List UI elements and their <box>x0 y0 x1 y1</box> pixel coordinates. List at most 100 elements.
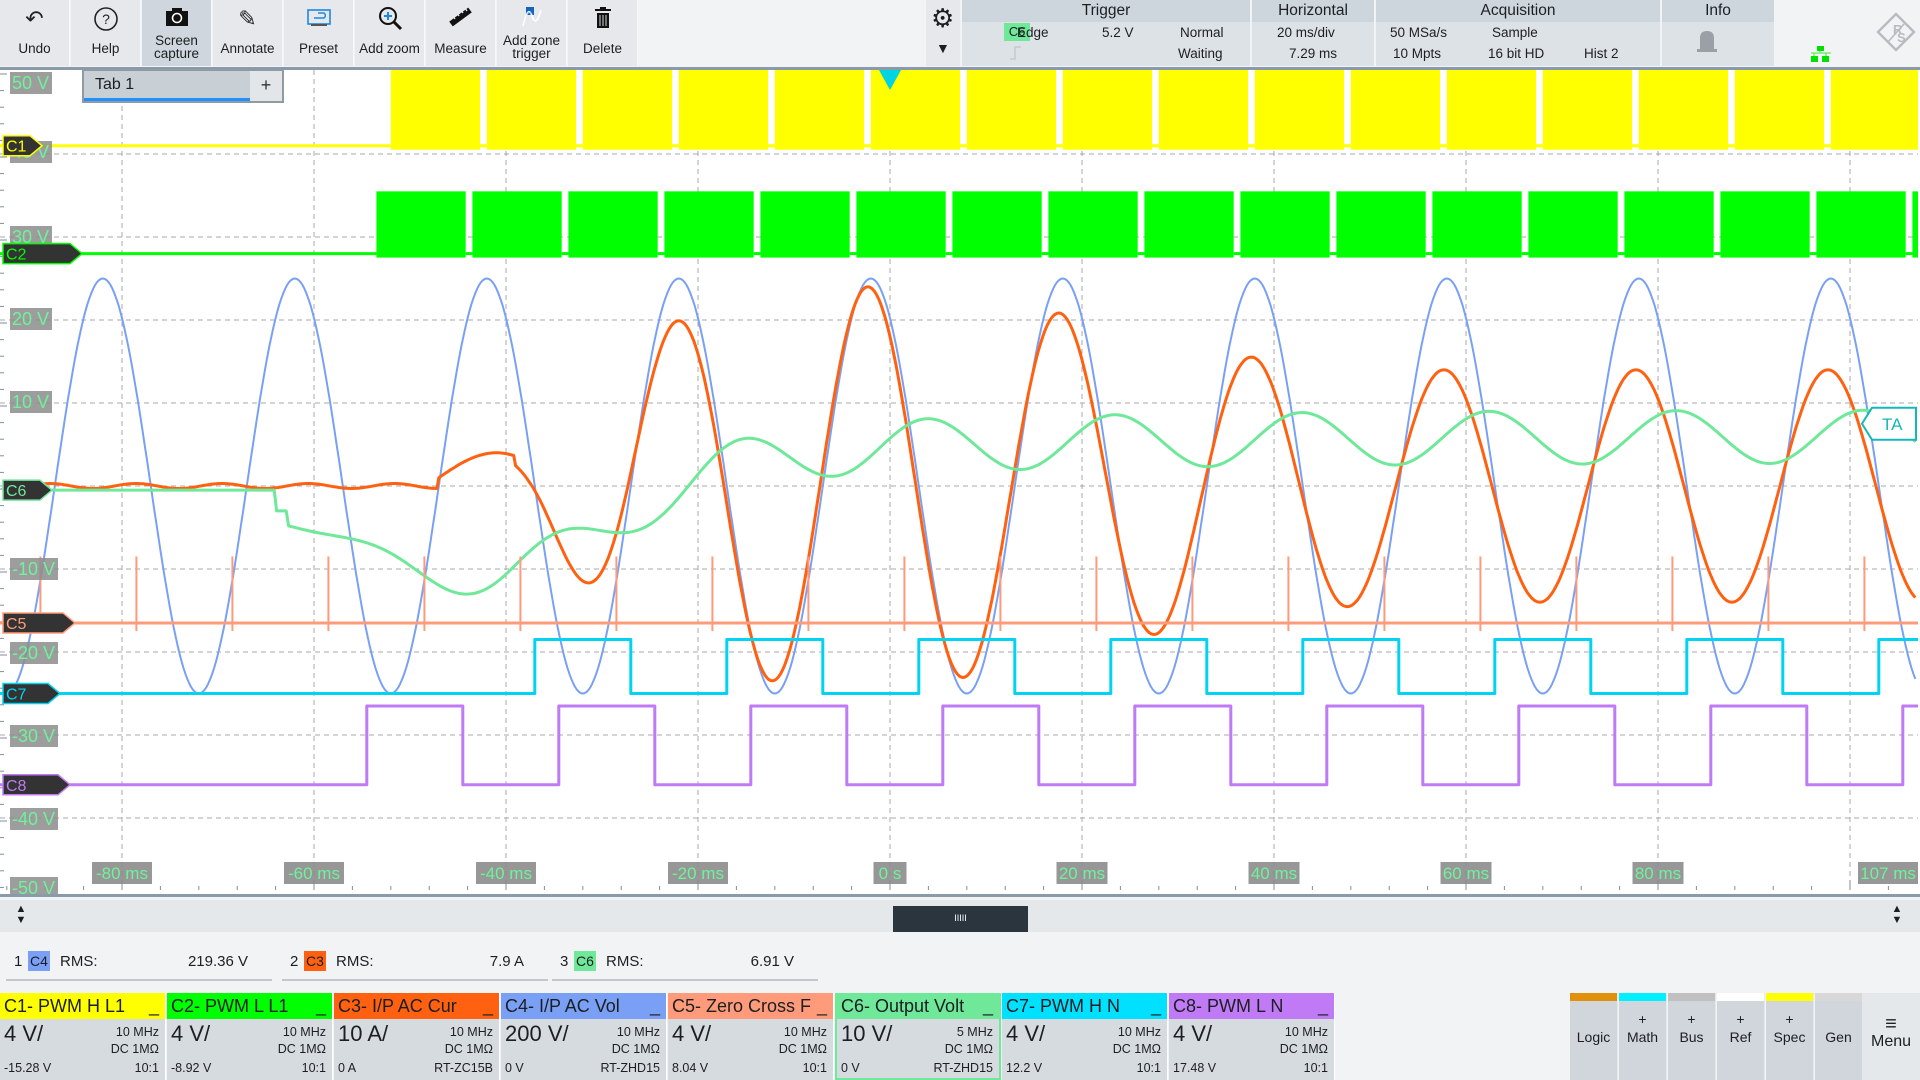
minimize-channel-button[interactable]: _ <box>483 993 493 1019</box>
vertical-scale[interactable]: 10 A/ <box>338 1021 388 1047</box>
bandwidth: 10 MHz <box>783 1025 827 1039</box>
plus-icon: + <box>1736 1011 1745 1027</box>
vertical-scale[interactable]: 200 V/ <box>505 1021 569 1047</box>
channel-name: C6- Output Volt <box>841 996 965 1016</box>
left-scroll-arrows[interactable]: ▲ ▼ <box>14 904 28 926</box>
waveform-c2-burst <box>952 191 1042 258</box>
button-label: Ref <box>1729 1029 1752 1045</box>
channel-box-c6[interactable]: C6- Output Volt _ 10 V/5 MHz DC 1MΩ 0 V RT-ZH… <box>835 993 1001 1080</box>
waveform-c2-burst <box>472 191 562 258</box>
channel-marker-c6[interactable]: C6 <box>2 479 54 501</box>
acquisition-panel[interactable]: Acquisition 50 MSa/s Sample 10 Mpts 16 b… <box>1376 0 1662 66</box>
add-zoom-button[interactable]: Add zoom <box>355 0 425 66</box>
measurement-channel-badge: C6 <box>574 951 596 971</box>
measurement-index: 2 <box>290 953 299 970</box>
bus-button[interactable]: + Bus <box>1668 993 1716 1080</box>
channel-label[interactable]: C7- PWM H N _ <box>1002 993 1167 1019</box>
waveform-c1-burst <box>1350 70 1441 150</box>
preset-button[interactable]: Preset <box>284 0 354 66</box>
help-button[interactable]: ? Help <box>71 0 141 66</box>
measurement-row[interactable]: 3 C6 RMS: 6.91 V <box>552 951 818 981</box>
down-arrow-icon[interactable]: ▼ <box>1892 914 1903 926</box>
add-zone-trigger-button[interactable]: Add zone trigger <box>497 0 567 66</box>
minimize-channel-button[interactable]: _ <box>983 993 993 1019</box>
minimize-channel-button[interactable]: _ <box>817 993 827 1019</box>
channel-box-c4[interactable]: C4- I/P AC Vol _ 200 V/10 MHz DC 1MΩ 0 V RT-Z… <box>501 993 667 1080</box>
x-tick-text: 80 ms <box>1635 864 1681 883</box>
channel-name: C8- PWM L N <box>1173 996 1284 1016</box>
minimize-channel-button[interactable]: _ <box>1151 993 1161 1019</box>
measurement-row[interactable]: 2 C3 RMS: 7.9 A <box>282 951 548 981</box>
menu-button[interactable]: ≡ Menu <box>1862 993 1920 1080</box>
trigger-panel[interactable]: Trigger C6 Edge 5.2 V Normal Waiting <box>962 0 1252 66</box>
scroll-thumb[interactable]: IIIII <box>893 906 1028 932</box>
waveform-c2-burst <box>856 191 946 258</box>
channel-label[interactable]: C5- Zero Cross F _ <box>668 993 833 1019</box>
channel-label[interactable]: C4- I/P AC Vol _ <box>501 993 666 1019</box>
annotate-button[interactable]: ✎ Annotate <box>213 0 283 66</box>
channel-box-c7[interactable]: C7- PWM H N _ 4 V/10 MHz DC 1MΩ 12.2 V 10:1 <box>1002 993 1168 1080</box>
info-panel[interactable]: Info <box>1662 0 1776 66</box>
add-tab-button[interactable]: + <box>250 71 282 101</box>
settings-menu[interactable]: ⚙ ▼ <box>926 0 960 66</box>
channel-marker-c5[interactable]: C5 <box>2 612 77 634</box>
minimize-channel-button[interactable]: _ <box>650 993 660 1019</box>
vertical-scale[interactable]: 4 V/ <box>1173 1021 1212 1047</box>
channel-marker-label: C8 <box>6 778 27 795</box>
trigger-level: 5.2 V <box>1102 25 1134 40</box>
waveform-c2-burst <box>1912 191 1918 258</box>
x-tick-text: 20 ms <box>1059 864 1105 883</box>
vertical-scale[interactable]: 4 V/ <box>4 1021 43 1047</box>
channel-box-c1[interactable]: C1- PWM H L1 _ 4 V/10 MHz DC 1MΩ -15.28 V 10:… <box>0 993 166 1080</box>
minimize-channel-button[interactable]: _ <box>316 993 326 1019</box>
right-scroll-arrows[interactable]: ▲ ▼ <box>1890 904 1904 926</box>
camera-icon <box>142 0 211 34</box>
dropdown-arrow-icon[interactable]: ▼ <box>936 40 950 56</box>
vertical-scale[interactable]: 10 V/ <box>841 1021 892 1047</box>
x-tick-label: 0 s <box>873 862 907 884</box>
horizontal-scrollbar[interactable]: ▲ ▼ IIIII ▲ ▼ <box>0 900 1920 932</box>
menu-icon: ≡ <box>1885 1013 1897 1035</box>
measure-button[interactable]: Measure <box>426 0 496 66</box>
minimize-channel-button[interactable]: _ <box>1318 993 1328 1019</box>
channel-box-c8[interactable]: C8- PWM L N _ 4 V/10 MHz DC 1MΩ 17.48 V 10:1 <box>1169 993 1335 1080</box>
screen-capture-button[interactable]: Screen capture <box>142 0 212 66</box>
channel-label[interactable]: C2- PWM L L1 _ <box>167 993 332 1019</box>
channel-marker-c7[interactable]: C7 <box>2 682 62 705</box>
down-arrow-icon[interactable]: ▼ <box>16 914 27 926</box>
sample-rate: 50 MSa/s <box>1390 25 1448 40</box>
channel-label[interactable]: C8- PWM L N _ <box>1169 993 1334 1019</box>
waveform-c1-burst <box>678 70 769 150</box>
channel-box-c2[interactable]: C2- PWM L L1 _ 4 V/10 MHz DC 1MΩ -8.92 V 10:1 <box>167 993 333 1080</box>
minimize-channel-button[interactable]: _ <box>149 993 159 1019</box>
channel-box-c3[interactable]: C3- I/P AC Cur _ 10 A/10 MHz DC 1MΩ 0 A RT-ZC… <box>334 993 500 1080</box>
channel-label[interactable]: C3- I/P AC Cur _ <box>334 993 499 1019</box>
channel-label[interactable]: C1- PWM H L1 _ <box>0 993 165 1019</box>
ref-button[interactable]: + Ref <box>1717 993 1765 1080</box>
gen-button[interactable]: Gen <box>1815 993 1863 1080</box>
horizontal-panel[interactable]: Horizontal 20 ms/div 7.29 ms <box>1252 0 1376 66</box>
measurement-row[interactable]: 1 C4 RMS: 219.36 V <box>6 951 272 981</box>
undo-button[interactable]: ↶ Undo <box>0 0 70 66</box>
coupling: DC 1MΩ <box>110 1042 159 1056</box>
spec-button[interactable]: + Spec <box>1766 993 1814 1080</box>
channel-label[interactable]: C6- Output Volt _ <box>837 993 999 1019</box>
delete-button[interactable]: Delete <box>568 0 638 66</box>
vertical-scale[interactable]: 4 V/ <box>1006 1021 1045 1047</box>
channel-marker-c2[interactable]: C2 <box>2 242 84 265</box>
channel-marker-c8[interactable]: C8 <box>2 774 72 796</box>
vertical-scale[interactable]: 4 V/ <box>171 1021 210 1047</box>
waveform-display[interactable]: 50 V40 V30 V20 V10 V-10 V-20 V-30 V-40 V… <box>0 67 1920 897</box>
trigger-type: Edge <box>1017 25 1049 40</box>
measurement-channel-badge: C4 <box>28 951 50 971</box>
probe: RT-ZC15B <box>434 1061 493 1075</box>
y-tick-label: -10 V <box>10 558 58 580</box>
waveform-plot[interactable]: 50 V40 V30 V20 V10 V-10 V-20 V-30 V-40 V… <box>0 70 1920 894</box>
logic-button[interactable]: Logic <box>1570 993 1618 1080</box>
gear-icon[interactable]: ⚙ <box>931 3 954 34</box>
channel-box-c5[interactable]: C5- Zero Cross F _ 4 V/10 MHz DC 1MΩ 8.04 V1… <box>668 993 834 1080</box>
vertical-scale[interactable]: 4 V/ <box>672 1021 711 1047</box>
x-tick-label: 60 ms <box>1440 862 1492 884</box>
tab-1[interactable]: Tab 1 <box>84 71 250 101</box>
math-button[interactable]: + Math <box>1619 993 1667 1080</box>
